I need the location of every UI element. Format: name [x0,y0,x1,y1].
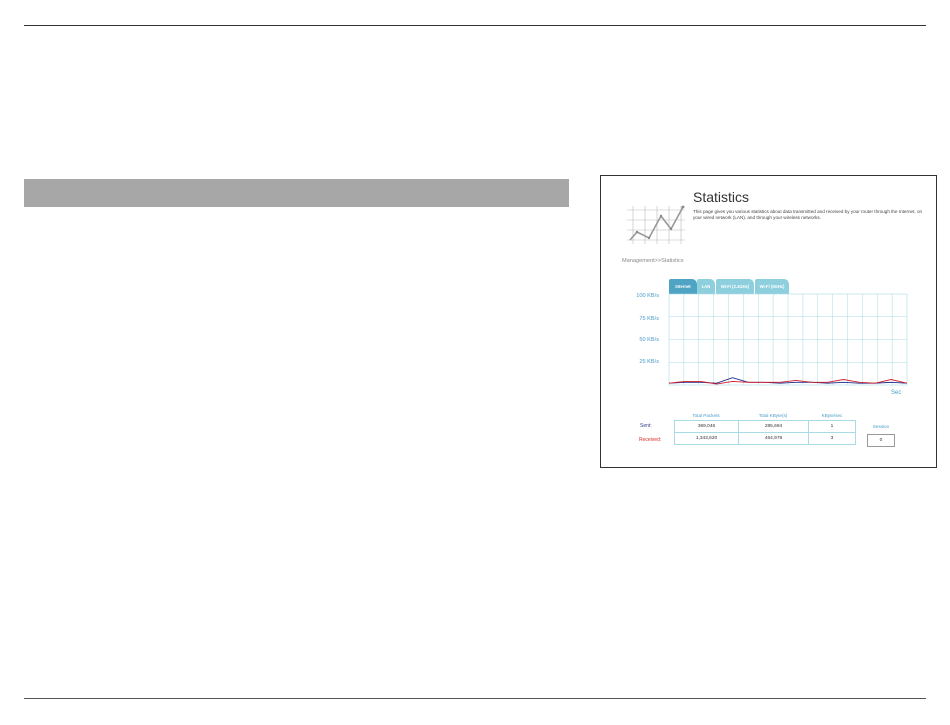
sent-label: Sent: [640,423,652,429]
received-total-kbytes: 464,978 [738,432,809,445]
header-total-packets: Total Packets [692,413,720,418]
header-kbyte-sec: KByte/sec [821,413,843,418]
received-kbyte-sec: 3 [808,432,856,445]
statistics-screenshot-panel: Statistics This page gives you various s… [600,175,937,468]
x-axis-label: Sec [891,390,902,396]
y-tick-label: 100 KB/s [636,293,659,299]
bottom-rule [24,698,926,699]
y-tick-label: 50 KB/s [639,337,659,343]
header-session: Session [872,424,890,429]
top-rule [24,25,926,26]
received-total-packets: 1,343,620 [674,432,739,445]
y-tick-label: 25 KB/s [639,359,659,365]
y-tick-label: 75 KB/s [639,316,659,322]
session-count: 0 [867,434,895,447]
received-label: Received: [639,437,662,443]
section-header-bar [24,179,569,207]
header-total-kbytes: Total KByte(s) [758,413,788,418]
